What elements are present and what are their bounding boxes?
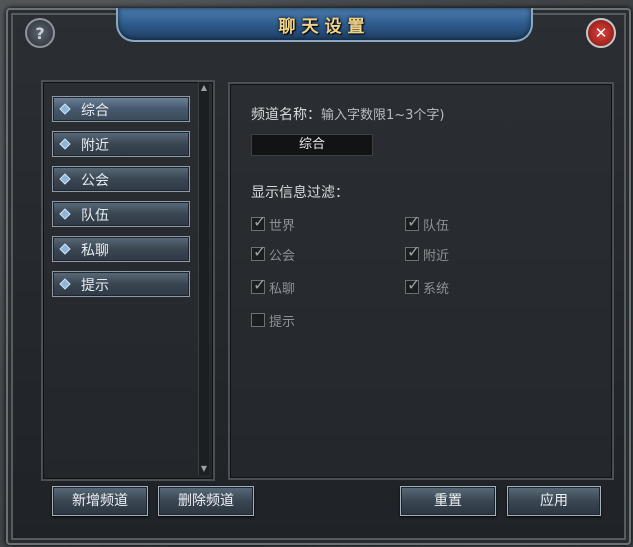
checkbox-box xyxy=(251,313,265,327)
checkbox-box: ✓ xyxy=(405,275,420,294)
diamond-bullet-icon xyxy=(59,208,71,220)
scroll-down-icon[interactable]: ▼ xyxy=(200,465,208,473)
filter-system-checkbox[interactable]: ✓ 系统 xyxy=(405,275,450,297)
question-icon: ? xyxy=(35,23,45,43)
checkbox-box: ✓ xyxy=(251,275,266,294)
add-channel-button[interactable]: 新增频道 xyxy=(52,486,148,516)
channel-list-scrollbar[interactable]: ▲ ▼ xyxy=(198,82,209,475)
diamond-bullet-icon xyxy=(59,173,71,185)
help-button[interactable]: ? xyxy=(25,18,55,48)
check-icon: ✓ xyxy=(407,275,421,294)
window-title: 聊天设置 xyxy=(278,16,371,37)
check-icon: ✓ xyxy=(253,275,267,294)
filter-label-text: 提示 xyxy=(269,314,296,330)
reset-button[interactable]: 重置 xyxy=(400,486,496,516)
channel-label: 队伍 xyxy=(81,208,109,224)
diamond-bullet-icon xyxy=(59,103,71,115)
checkbox-box: ✓ xyxy=(405,212,420,231)
filter-label-text: 公会 xyxy=(269,248,296,264)
filter-label-text: 附近 xyxy=(423,248,450,264)
filter-label-text: 私聊 xyxy=(269,281,296,297)
channel-label: 提示 xyxy=(81,278,109,294)
filter-label: 显示信息过滤： xyxy=(251,185,349,201)
checkbox-box: ✓ xyxy=(251,242,266,261)
filter-guild-checkbox[interactable]: ✓ 公会 xyxy=(251,242,296,264)
diamond-bullet-icon xyxy=(59,278,71,290)
filter-label-text: 世界 xyxy=(269,218,296,234)
check-icon: ✓ xyxy=(253,212,267,231)
filter-label-text: 系统 xyxy=(423,281,450,297)
close-icon: ✕ xyxy=(594,24,608,42)
channel-item-general[interactable]: 综合 xyxy=(52,96,190,122)
delete-channel-button[interactable]: 删除频道 xyxy=(158,486,254,516)
scroll-up-icon[interactable]: ▲ xyxy=(200,84,208,92)
channel-label: 公会 xyxy=(81,173,109,189)
diamond-bullet-icon xyxy=(59,243,71,255)
channel-name-row: 频道名称：输入字数限1~3个字) xyxy=(251,104,445,124)
channel-name-hint: 输入字数限1~3个字) xyxy=(321,108,445,123)
close-button[interactable]: ✕ xyxy=(586,18,616,48)
filter-label-text: 队伍 xyxy=(423,218,450,234)
check-icon: ✓ xyxy=(407,212,421,231)
checkbox-box: ✓ xyxy=(251,212,266,231)
checkbox-box: ✓ xyxy=(405,242,420,261)
channel-item-hint[interactable]: 提示 xyxy=(52,271,190,297)
channel-item-private[interactable]: 私聊 xyxy=(52,236,190,262)
diamond-bullet-icon xyxy=(59,138,71,150)
channel-label: 私聊 xyxy=(81,243,109,259)
channel-item-guild[interactable]: 公会 xyxy=(52,166,190,192)
filter-hint-checkbox[interactable]: 提示 xyxy=(251,311,296,330)
channel-name-label: 频道名称： xyxy=(251,107,321,123)
channel-name-input[interactable]: 综合 xyxy=(251,134,373,156)
apply-button[interactable]: 应用 xyxy=(507,486,601,516)
channel-label: 附近 xyxy=(81,138,109,154)
channel-label: 综合 xyxy=(81,103,109,119)
filter-private-checkbox[interactable]: ✓ 私聊 xyxy=(251,275,296,297)
title-bar: 聊天设置 xyxy=(116,8,533,42)
channel-item-team[interactable]: 队伍 xyxy=(52,201,190,227)
filter-world-checkbox[interactable]: ✓ 世界 xyxy=(251,212,296,234)
check-icon: ✓ xyxy=(407,242,421,261)
filter-nearby-checkbox[interactable]: ✓ 附近 xyxy=(405,242,450,264)
check-icon: ✓ xyxy=(253,242,267,261)
channel-item-nearby[interactable]: 附近 xyxy=(52,131,190,157)
filter-team-checkbox[interactable]: ✓ 队伍 xyxy=(405,212,450,234)
